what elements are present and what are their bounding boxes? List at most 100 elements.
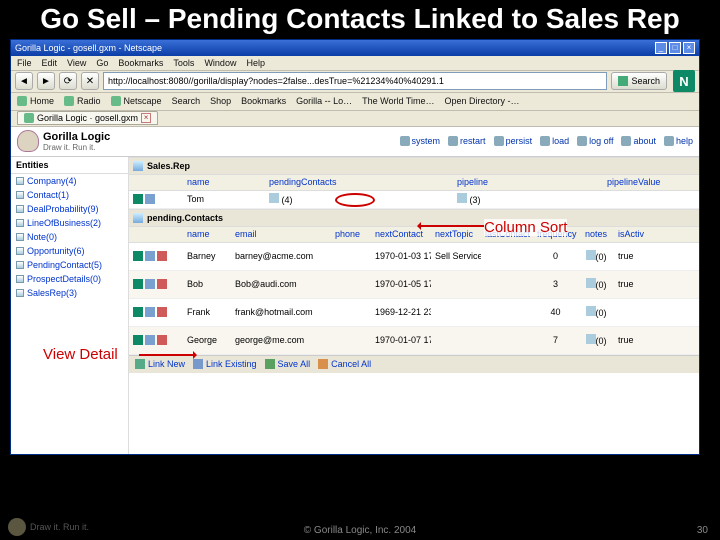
sidebar-item-company[interactable]: Company(4) bbox=[11, 174, 128, 188]
col-name[interactable]: name bbox=[183, 227, 231, 242]
cell-notes: (0) bbox=[578, 278, 614, 290]
tab-close-icon[interactable]: × bbox=[141, 113, 151, 123]
expand-icon[interactable] bbox=[457, 193, 467, 203]
sidebar-item-note[interactable]: Note(0) bbox=[11, 230, 128, 244]
menu-view[interactable]: View bbox=[67, 58, 86, 68]
bookmark-netscape[interactable]: Netscape bbox=[111, 96, 162, 106]
detail-icon[interactable] bbox=[133, 251, 143, 261]
col-pipelinevalue[interactable]: pipelineValue bbox=[603, 175, 683, 190]
address-bar[interactable]: http://localhost:8080//gorilla/display?n… bbox=[103, 72, 607, 90]
sidebar-item-salesrep[interactable]: SalesRep(3) bbox=[11, 286, 128, 300]
menu-go[interactable]: Go bbox=[96, 58, 108, 68]
pending-columns: name email phone nextContact nextTopic l… bbox=[129, 227, 699, 243]
persist-icon bbox=[494, 136, 504, 146]
sidebar-item-lob[interactable]: LineOfBusiness(2) bbox=[11, 216, 128, 230]
minimize-button[interactable]: _ bbox=[655, 42, 667, 54]
col-pendingcontacts[interactable]: pendingContacts bbox=[265, 175, 453, 190]
flag-icon bbox=[133, 213, 143, 223]
col-pipeline[interactable]: pipeline bbox=[453, 175, 603, 190]
detail-icon[interactable] bbox=[133, 307, 143, 317]
detail-icon[interactable] bbox=[133, 279, 143, 289]
menu-tools[interactable]: Tools bbox=[173, 58, 194, 68]
gear-icon bbox=[400, 136, 410, 146]
edit-icon[interactable] bbox=[145, 307, 155, 317]
netscape-throbber-icon: N bbox=[673, 70, 695, 92]
cancel-all-button[interactable]: Cancel All bbox=[318, 359, 371, 369]
menu-file[interactable]: File bbox=[17, 58, 32, 68]
salesrep-name-cell: Tom bbox=[183, 194, 265, 204]
col-notes[interactable]: notes bbox=[578, 227, 614, 242]
menu-window[interactable]: Window bbox=[204, 58, 236, 68]
back-button[interactable]: ◄ bbox=[15, 72, 33, 90]
delete-icon[interactable] bbox=[157, 279, 167, 289]
bookmark-shop[interactable]: Shop bbox=[210, 96, 231, 106]
sidebar-header: Entities bbox=[11, 157, 128, 174]
cell-name: Frank bbox=[183, 307, 231, 317]
detail-icon[interactable] bbox=[133, 335, 143, 345]
col-frequency[interactable]: frequency bbox=[533, 227, 578, 242]
link-new-button[interactable]: Link New bbox=[135, 359, 185, 369]
netscape-icon bbox=[111, 96, 121, 106]
menu-edit[interactable]: Edit bbox=[42, 58, 58, 68]
maximize-button[interactable]: □ bbox=[669, 42, 681, 54]
reload-button[interactable]: ⟳ bbox=[59, 72, 77, 90]
stop-button[interactable]: ✕ bbox=[81, 72, 99, 90]
sidebar-item-prospectdetails[interactable]: ProspectDetails(0) bbox=[11, 272, 128, 286]
action-about[interactable]: about bbox=[621, 136, 656, 146]
edit-icon[interactable] bbox=[145, 194, 155, 204]
bookmark-radio[interactable]: Radio bbox=[64, 96, 101, 106]
sidebar-item-pendingcontact[interactable]: PendingContact(5) bbox=[11, 258, 128, 272]
col-nexttopic[interactable]: nextTopic bbox=[431, 227, 481, 242]
save-all-button[interactable]: Save All bbox=[265, 359, 311, 369]
close-button[interactable]: × bbox=[683, 42, 695, 54]
col-isactive[interactable]: isActiv bbox=[614, 227, 650, 242]
bookmark-opendir[interactable]: Open Directory -… bbox=[445, 96, 520, 106]
bookmark-home[interactable]: Home bbox=[17, 96, 54, 106]
edit-icon[interactable] bbox=[145, 335, 155, 345]
delete-icon[interactable] bbox=[157, 307, 167, 317]
edit-icon[interactable] bbox=[145, 251, 155, 261]
menu-help[interactable]: Help bbox=[246, 58, 265, 68]
sidebar-item-contact[interactable]: Contact(1) bbox=[11, 188, 128, 202]
col-nextcontact[interactable]: nextContact bbox=[371, 227, 431, 242]
pending-header: pending.Contacts bbox=[129, 209, 699, 227]
tab-row: Gorilla Logic · gosell.gxm × bbox=[11, 111, 699, 127]
delete-icon[interactable] bbox=[157, 335, 167, 345]
salesrep-row: Tom (4) (3) bbox=[129, 191, 699, 209]
entity-icon bbox=[16, 219, 24, 227]
cell-nextcontact: 1970-01-03 17:00:00 bbox=[371, 251, 431, 261]
col-lastcontact[interactable]: lastContact bbox=[481, 227, 533, 242]
action-load[interactable]: load bbox=[540, 136, 569, 146]
sidebar-item-opportunity[interactable]: Opportunity(6) bbox=[11, 244, 128, 258]
col-phone[interactable]: phone bbox=[331, 227, 371, 242]
bookmark-search[interactable]: Search bbox=[172, 96, 201, 106]
edit-icon[interactable] bbox=[145, 279, 155, 289]
sidebar-item-dealprob[interactable]: DealProbability(9) bbox=[11, 202, 128, 216]
salesrep-pipe-cell: (3) bbox=[470, 195, 481, 205]
bookmark-gorilla[interactable]: Gorilla -- Lo… bbox=[296, 96, 352, 106]
menu-bookmarks[interactable]: Bookmarks bbox=[118, 58, 163, 68]
link-existing-button[interactable]: Link Existing bbox=[193, 359, 257, 369]
action-logoff[interactable]: log off bbox=[577, 136, 613, 146]
tab-gosell[interactable]: Gorilla Logic · gosell.gxm × bbox=[17, 111, 158, 125]
search-button[interactable]: Search bbox=[611, 72, 667, 90]
expand-icon[interactable] bbox=[269, 193, 279, 203]
cell-notes: (0) bbox=[578, 334, 614, 346]
cell-email: frank@hotmail.com bbox=[231, 307, 331, 317]
col-name[interactable]: name bbox=[183, 175, 265, 190]
action-restart[interactable]: restart bbox=[448, 136, 486, 146]
action-system[interactable]: system bbox=[400, 136, 441, 146]
bookmark-bookmarks[interactable]: Bookmarks bbox=[241, 96, 286, 106]
expand-icon[interactable] bbox=[586, 334, 596, 344]
action-help[interactable]: help bbox=[664, 136, 693, 146]
detail-icon[interactable] bbox=[133, 194, 143, 204]
bookmark-worldtime[interactable]: The World Time… bbox=[362, 96, 434, 106]
expand-icon[interactable] bbox=[586, 250, 596, 260]
flag-icon bbox=[133, 161, 143, 171]
expand-icon[interactable] bbox=[586, 306, 596, 316]
forward-button[interactable]: ► bbox=[37, 72, 55, 90]
expand-icon[interactable] bbox=[586, 278, 596, 288]
delete-icon[interactable] bbox=[157, 251, 167, 261]
action-persist[interactable]: persist bbox=[494, 136, 533, 146]
col-email[interactable]: email bbox=[231, 227, 331, 242]
